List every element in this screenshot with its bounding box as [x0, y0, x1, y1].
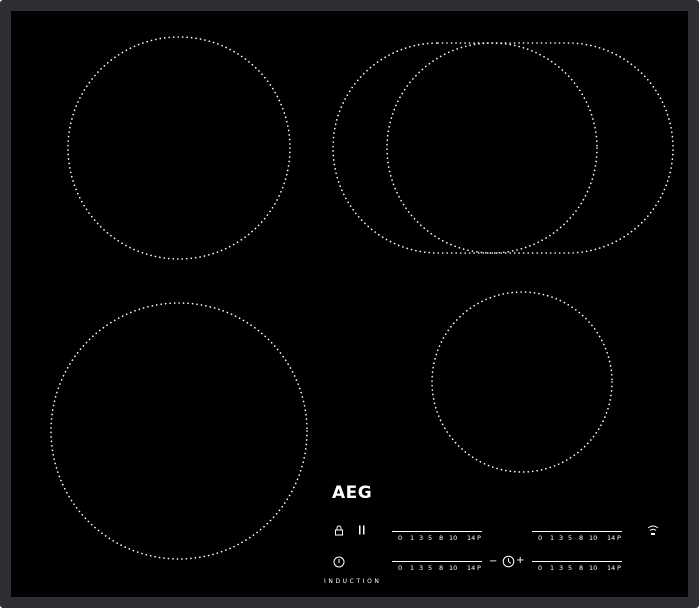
power-level-label: 0	[398, 534, 403, 542]
power-level-label: 14	[467, 564, 476, 572]
cooking-zone-rear-right-bridge[interactable]	[332, 42, 674, 254]
power-level-label: 5	[568, 564, 573, 572]
power-level-label: 3	[419, 534, 424, 542]
power-slider-front-left[interactable]: 0 1 3 5 8 10 14 P	[392, 561, 482, 575]
power-level-label: 3	[559, 564, 564, 572]
power-level-label: 1	[410, 564, 415, 572]
power-level-label: 14	[607, 564, 616, 572]
power-level-label: 3	[559, 534, 564, 542]
power-level-label: 3	[419, 564, 424, 572]
power-level-label: 14	[467, 534, 476, 542]
power-level-label: 1	[550, 564, 555, 572]
power-slider-front-right[interactable]: 0 1 3 5 8 10 14 P	[532, 561, 622, 575]
power-level-label: 10	[449, 534, 458, 542]
hob2hood-wifi-icon[interactable]	[647, 525, 659, 536]
cooking-zone-rear-right[interactable]	[386, 42, 598, 254]
power-level-label: 0	[538, 534, 543, 542]
power-level-label: 1	[410, 534, 415, 542]
power-level-label: 10	[449, 564, 458, 572]
power-level-label: P	[617, 534, 621, 542]
power-level-label: 0	[538, 564, 543, 572]
pause-icon[interactable]	[358, 525, 366, 535]
lock-icon[interactable]	[334, 525, 344, 536]
slider-track	[392, 561, 482, 562]
power-level-label: P	[477, 534, 481, 542]
power-level-label: 5	[428, 534, 433, 542]
timer-icon	[502, 555, 515, 568]
power-level-label: 8	[439, 534, 444, 542]
power-icon[interactable]	[333, 556, 345, 568]
cooking-zone-rear-left[interactable]	[67, 36, 291, 260]
brand-logo: AEG	[332, 483, 373, 503]
power-level-label: P	[617, 564, 621, 572]
cooking-zone-front-left[interactable]	[50, 302, 308, 560]
power-slider-rear-right[interactable]: 0 1 3 5 8 10 14 P	[532, 531, 622, 545]
cooking-zone-front-right[interactable]	[431, 291, 613, 473]
slider-track	[532, 561, 622, 562]
power-level-label: 5	[428, 564, 433, 572]
power-level-label: 1	[550, 534, 555, 542]
power-level-label: 0	[398, 564, 403, 572]
power-level-label: 8	[579, 534, 584, 542]
power-level-label: 14	[607, 534, 616, 542]
power-slider-rear-left[interactable]: 0 1 3 5 8 10 14 P	[392, 531, 482, 545]
slider-track	[532, 531, 622, 532]
power-level-label: 8	[439, 564, 444, 572]
timer-plus-button[interactable]: +	[516, 556, 524, 566]
timer-minus-button[interactable]: −	[489, 557, 497, 567]
power-level-label: P	[477, 564, 481, 572]
slider-track	[392, 531, 482, 532]
power-level-label: 8	[579, 564, 584, 572]
induction-label: INDUCTION	[324, 578, 382, 585]
power-level-label: 10	[589, 534, 598, 542]
cooking-zones-layer	[50, 36, 674, 560]
power-level-label: 10	[589, 564, 598, 572]
induction-hob: AEG INDUCTION − + 0 1 3 5 8 10 14 P 0 1 3 5 8 10 14 P …	[0, 0, 699, 608]
power-level-label: 5	[568, 534, 573, 542]
